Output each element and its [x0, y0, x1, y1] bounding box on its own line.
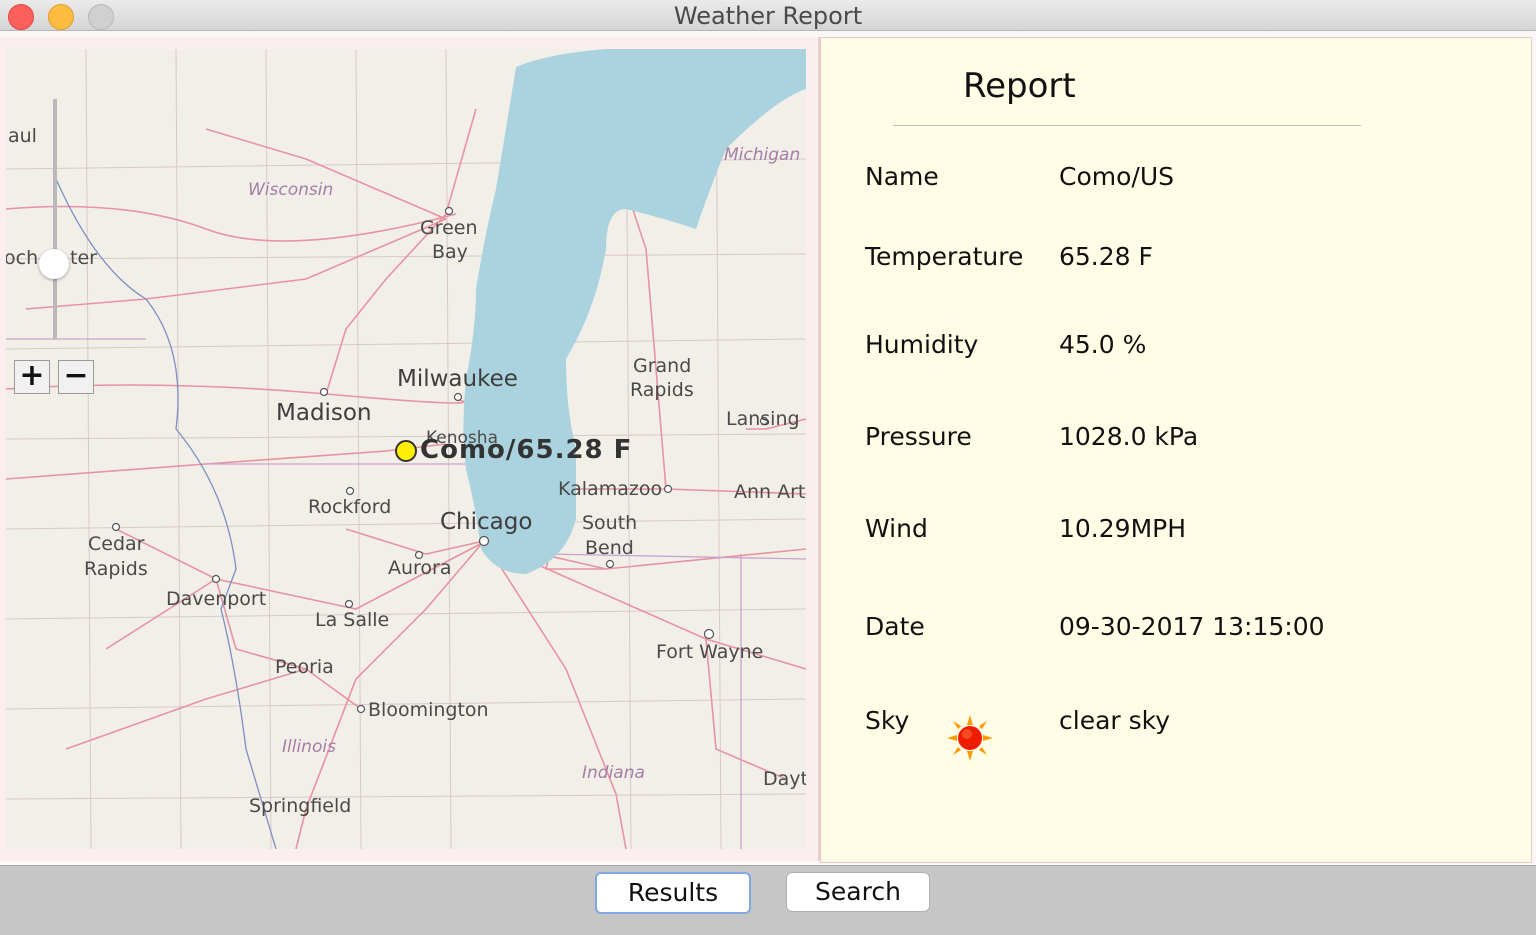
map-panel: aul och ter Wisconsin Michigan Green Bay… [0, 37, 820, 861]
map-label-ann-arbor: Ann Art [734, 481, 806, 503]
map-label-green-bay-1: Green [420, 217, 478, 239]
window-title: Weather Report [673, 2, 863, 30]
pressure-value: 1028.0 kPa [1059, 422, 1199, 451]
results-button[interactable]: Results [595, 872, 751, 914]
map-label-wisconsin: Wisconsin [248, 180, 334, 200]
marker-label: Como/65.28 F [420, 435, 633, 465]
map-label-peoria: Peoria [275, 656, 334, 678]
map-label-saint-paul: aul [8, 125, 37, 147]
zoom-in-button[interactable]: + [14, 360, 50, 394]
map-label-rochester-a: och [6, 247, 39, 269]
temperature-value: 65.28 F [1059, 242, 1153, 271]
zoom-slider-track[interactable] [53, 99, 57, 339]
map-label-south-bend-1: South [582, 512, 638, 534]
report-divider [893, 125, 1361, 126]
report-panel: Report Name Como/US Temperature 65.28 F … [820, 37, 1532, 863]
pressure-label: Pressure [865, 422, 972, 451]
report-title: Report [963, 66, 1076, 106]
date-value: 09-30-2017 13:15:00 [1059, 612, 1325, 641]
humidity-value: 45.0 % [1059, 330, 1147, 359]
map-label-fort-wayne: Fort Wayne [656, 641, 764, 663]
wind-value: 10.29MPH [1059, 514, 1187, 543]
map-label-madison: Madison [276, 400, 372, 426]
map-label-dayton: Dayt [763, 768, 806, 790]
map-label-grand-rapids-2: Rapids [630, 379, 694, 401]
sun-icon [947, 715, 993, 761]
map-label-michigan: Michigan [724, 145, 801, 165]
map-label-springfield: Springfield [249, 795, 352, 817]
map-label-lansing: Lansing [726, 408, 800, 430]
map-label-cedar-rapids-2: Rapids [84, 558, 148, 580]
sky-label: Sky [865, 706, 910, 735]
button-bar: Results Search [0, 865, 1536, 935]
map-label-rochester-b: ter [70, 247, 97, 269]
humidity-label: Humidity [865, 330, 979, 359]
main-content: aul och ter Wisconsin Michigan Green Bay… [0, 31, 1536, 865]
map-label-green-bay-2: Bay [432, 241, 468, 263]
zoom-out-button[interactable]: − [58, 360, 94, 394]
map-view[interactable]: aul och ter Wisconsin Michigan Green Bay… [6, 49, 806, 849]
map-label-chicago: Chicago [440, 509, 533, 535]
map-label-grand-rapids-1: Grand [633, 355, 692, 377]
map-label-kalamazoo: Kalamazoo [558, 478, 663, 500]
map-label-davenport: Davenport [166, 588, 267, 610]
title-bar: Weather Report [0, 0, 1536, 31]
map-label-aurora: Aurora [388, 557, 452, 579]
map-label-la-salle: La Salle [315, 609, 390, 631]
location-marker[interactable] [395, 440, 417, 462]
map-label-rockford: Rockford [308, 496, 392, 518]
map-label-indiana: Indiana [582, 763, 645, 783]
zoom-slider-knob[interactable] [39, 249, 69, 279]
sky-value: clear sky [1059, 706, 1171, 735]
map-label-illinois: Illinois [282, 737, 336, 757]
map-label-cedar-rapids-1: Cedar [88, 533, 145, 555]
map-label-bloomington: Bloomington [368, 699, 489, 721]
temperature-label: Temperature [865, 242, 1024, 271]
map-label-milwaukee: Milwaukee [397, 366, 518, 392]
map-label-south-bend-2: Bend [585, 537, 634, 559]
search-button[interactable]: Search [786, 872, 930, 912]
date-label: Date [865, 612, 925, 641]
wind-label: Wind [865, 514, 928, 543]
name-label: Name [865, 162, 939, 191]
name-value: Como/US [1059, 162, 1174, 191]
